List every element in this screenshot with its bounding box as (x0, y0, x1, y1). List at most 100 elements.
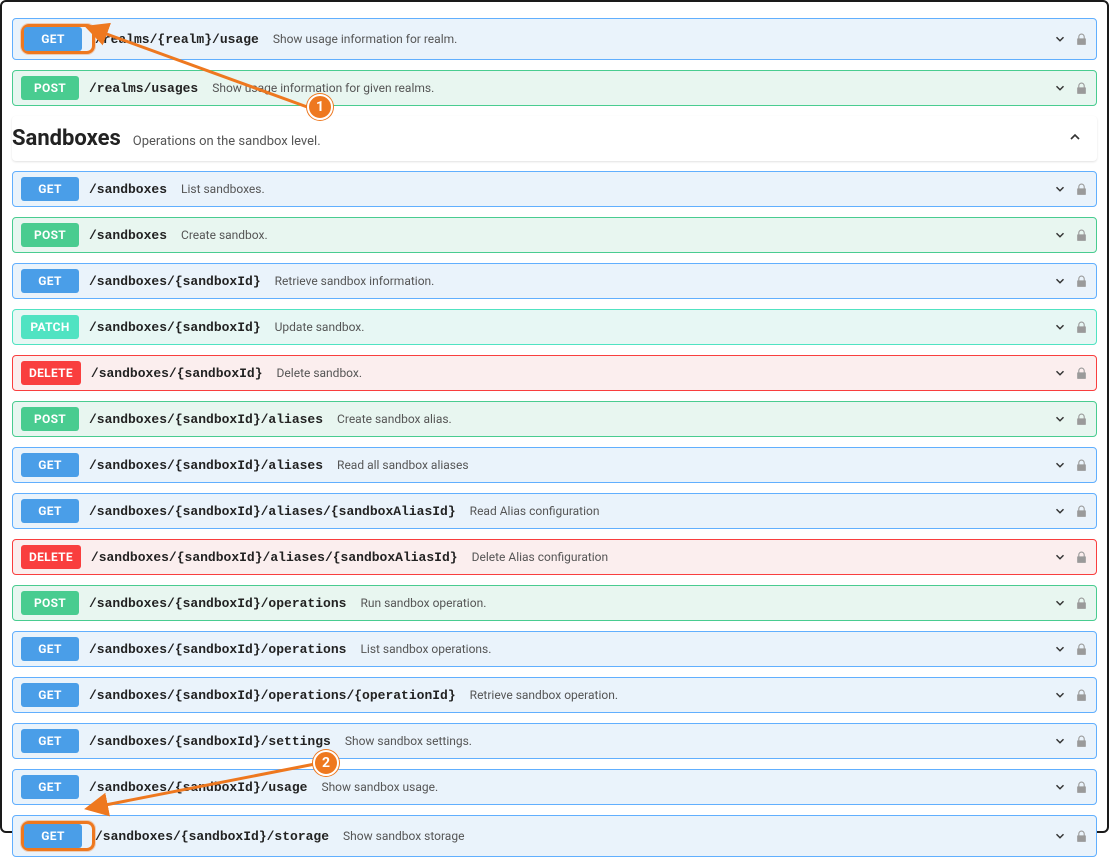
http-method-badge: GET (24, 824, 82, 848)
endpoint-desc: Create sandbox. (181, 228, 268, 242)
chevron-down-icon[interactable] (1053, 780, 1067, 794)
lock-icon[interactable] (1075, 367, 1088, 380)
chevron-down-icon[interactable] (1053, 366, 1067, 380)
endpoint-row[interactable]: DELETE/sandboxes/{sandboxId} Delete sandb… (12, 355, 1097, 391)
endpoint-row[interactable]: GET/realms/{realm}/usageShow usage infor… (12, 18, 1097, 60)
chevron-down-icon[interactable] (1053, 412, 1067, 426)
http-method-badge: GET (21, 729, 79, 753)
chevron-down-icon[interactable] (1053, 32, 1067, 46)
chevron-down-icon[interactable] (1053, 734, 1067, 748)
endpoint-desc: List sandboxes. (181, 182, 265, 196)
endpoint-row[interactable]: GET/sandboxes/{sandboxId}/aliases/{sandb… (12, 493, 1097, 529)
http-method-badge: GET (21, 269, 79, 293)
endpoint-path: /sandboxes/{sandboxId}/settings (89, 734, 331, 749)
endpoint-desc: Show usage information for realm. (273, 32, 457, 46)
endpoint-row[interactable]: POST/sandboxes Create sandbox. (12, 217, 1097, 253)
endpoint-row[interactable]: GET/sandboxes/{sandboxId}/usageShow sand… (12, 769, 1097, 805)
chevron-down-icon[interactable] (1053, 550, 1067, 564)
endpoint-row[interactable]: POST/sandboxes/{sandboxId}/operations Run… (12, 585, 1097, 621)
endpoint-path: /sandboxes/{sandboxId}/aliases/{sandboxA… (89, 504, 456, 519)
http-method-badge: POST (21, 591, 79, 615)
endpoint-desc: Show usage information for given realms. (212, 81, 434, 95)
endpoint-row[interactable]: GET/sandboxes/{sandboxId}/storageShow sa… (12, 815, 1097, 857)
lock-icon[interactable] (1075, 33, 1088, 46)
endpoint-row[interactable]: PATCH/sandboxes/{sandboxId}Update sandbo… (12, 309, 1097, 345)
endpoint-desc: Run sandbox operation. (360, 596, 486, 610)
lock-icon[interactable] (1075, 229, 1088, 242)
http-method-badge: DELETE (21, 361, 81, 385)
lock-icon[interactable] (1075, 643, 1088, 656)
endpoint-desc: Read Alias configuration (470, 504, 600, 518)
endpoint-desc: Show sandbox settings. (345, 734, 472, 748)
chevron-down-icon[interactable] (1053, 504, 1067, 518)
http-method-badge: POST (21, 223, 79, 247)
endpoint-row[interactable]: GET/sandboxes/{sandboxId}/settings Show s… (12, 723, 1097, 759)
lock-icon[interactable] (1075, 82, 1088, 95)
http-method-badge: POST (21, 407, 79, 431)
lock-icon[interactable] (1075, 830, 1088, 843)
endpoint-row[interactable]: GET/sandboxesList sandboxes. (12, 171, 1097, 207)
lock-icon[interactable] (1075, 781, 1088, 794)
chevron-down-icon[interactable] (1053, 182, 1067, 196)
endpoint-desc: Retrieve sandbox operation. (470, 688, 618, 702)
endpoint-path: /sandboxes/{sandboxId}/operations (89, 596, 346, 611)
chevron-down-icon[interactable] (1053, 228, 1067, 242)
endpoint-desc: Read all sandbox aliases (337, 458, 469, 472)
endpoint-path: /realms/usages (89, 81, 198, 96)
lock-icon[interactable] (1075, 689, 1088, 702)
lock-icon[interactable] (1075, 183, 1088, 196)
endpoint-desc: Retrieve sandbox information. (275, 274, 435, 288)
endpoint-path: /sandboxes/{sandboxId} (89, 274, 261, 289)
endpoint-desc: Delete sandbox. (277, 366, 362, 380)
endpoint-row[interactable]: GET/sandboxes/{sandboxId}/operationsList… (12, 631, 1097, 667)
endpoint-path: /sandboxes (89, 228, 167, 243)
endpoint-desc: Delete Alias configuration (472, 550, 609, 564)
endpoint-desc: List sandbox operations. (360, 642, 491, 656)
http-method-badge: GET (21, 453, 79, 477)
lock-icon[interactable] (1075, 275, 1088, 288)
section-title: Sandboxes (12, 126, 121, 151)
chevron-down-icon[interactable] (1053, 274, 1067, 288)
lock-icon[interactable] (1075, 735, 1088, 748)
endpoint-row[interactable]: GET/sandboxes/{sandboxId}/operations/{op… (12, 677, 1097, 713)
lock-icon[interactable] (1075, 321, 1088, 334)
endpoint-path: /sandboxes (89, 182, 167, 197)
endpoint-path: /sandboxes/{sandboxId}/aliases (89, 412, 323, 427)
endpoint-desc: Show sandbox storage (343, 829, 464, 843)
endpoint-row[interactable]: POST/sandboxes/{sandboxId}/aliasesCreate… (12, 401, 1097, 437)
endpoint-path: /sandboxes/{sandboxId} (89, 320, 261, 335)
lock-icon[interactable] (1075, 551, 1088, 564)
api-doc-frame: GET/realms/{realm}/usageShow usage infor… (0, 0, 1109, 833)
endpoint-row[interactable]: GET/sandboxes/{sandboxId}/aliases Read al… (12, 447, 1097, 483)
lock-icon[interactable] (1075, 505, 1088, 518)
endpoint-row[interactable]: POST/realms/usages Show usage information… (12, 70, 1097, 106)
endpoint-path: /sandboxes/{sandboxId}/aliases (89, 458, 323, 473)
http-method-badge: GET (21, 499, 79, 523)
http-method-badge: DELETE (21, 545, 81, 569)
chevron-up-icon[interactable] (1067, 129, 1083, 149)
section-header-sandboxes[interactable]: Sandboxes Operations on the sandbox level… (12, 116, 1097, 161)
chevron-down-icon[interactable] (1053, 688, 1067, 702)
chevron-down-icon[interactable] (1053, 458, 1067, 472)
endpoint-row[interactable]: DELETE/sandboxes/{sandboxId}/aliases/{sa… (12, 539, 1097, 575)
endpoint-path: /sandboxes/{sandboxId}/operations/{opera… (89, 688, 456, 703)
chevron-down-icon[interactable] (1053, 596, 1067, 610)
chevron-down-icon[interactable] (1053, 642, 1067, 656)
chevron-down-icon[interactable] (1053, 81, 1067, 95)
http-method-badge: GET (24, 27, 82, 51)
endpoint-desc: Show sandbox usage. (321, 780, 438, 794)
endpoint-path: /sandboxes/{sandboxId} (91, 366, 263, 381)
http-method-badge: GET (21, 683, 79, 707)
lock-icon[interactable] (1075, 597, 1088, 610)
http-method-badge: POST (21, 76, 79, 100)
http-method-badge: PATCH (21, 315, 79, 339)
http-method-badge: GET (21, 775, 79, 799)
endpoint-row[interactable]: GET/sandboxes/{sandboxId} Retrieve sandbo… (12, 263, 1097, 299)
endpoint-path: /sandboxes/{sandboxId}/operations (89, 642, 346, 657)
chevron-down-icon[interactable] (1053, 320, 1067, 334)
chevron-down-icon[interactable] (1053, 829, 1067, 843)
lock-icon[interactable] (1075, 459, 1088, 472)
endpoint-path: /sandboxes/{sandboxId}/aliases/{sandboxA… (91, 550, 458, 565)
section-desc: Operations on the sandbox level. (133, 134, 321, 149)
lock-icon[interactable] (1075, 413, 1088, 426)
